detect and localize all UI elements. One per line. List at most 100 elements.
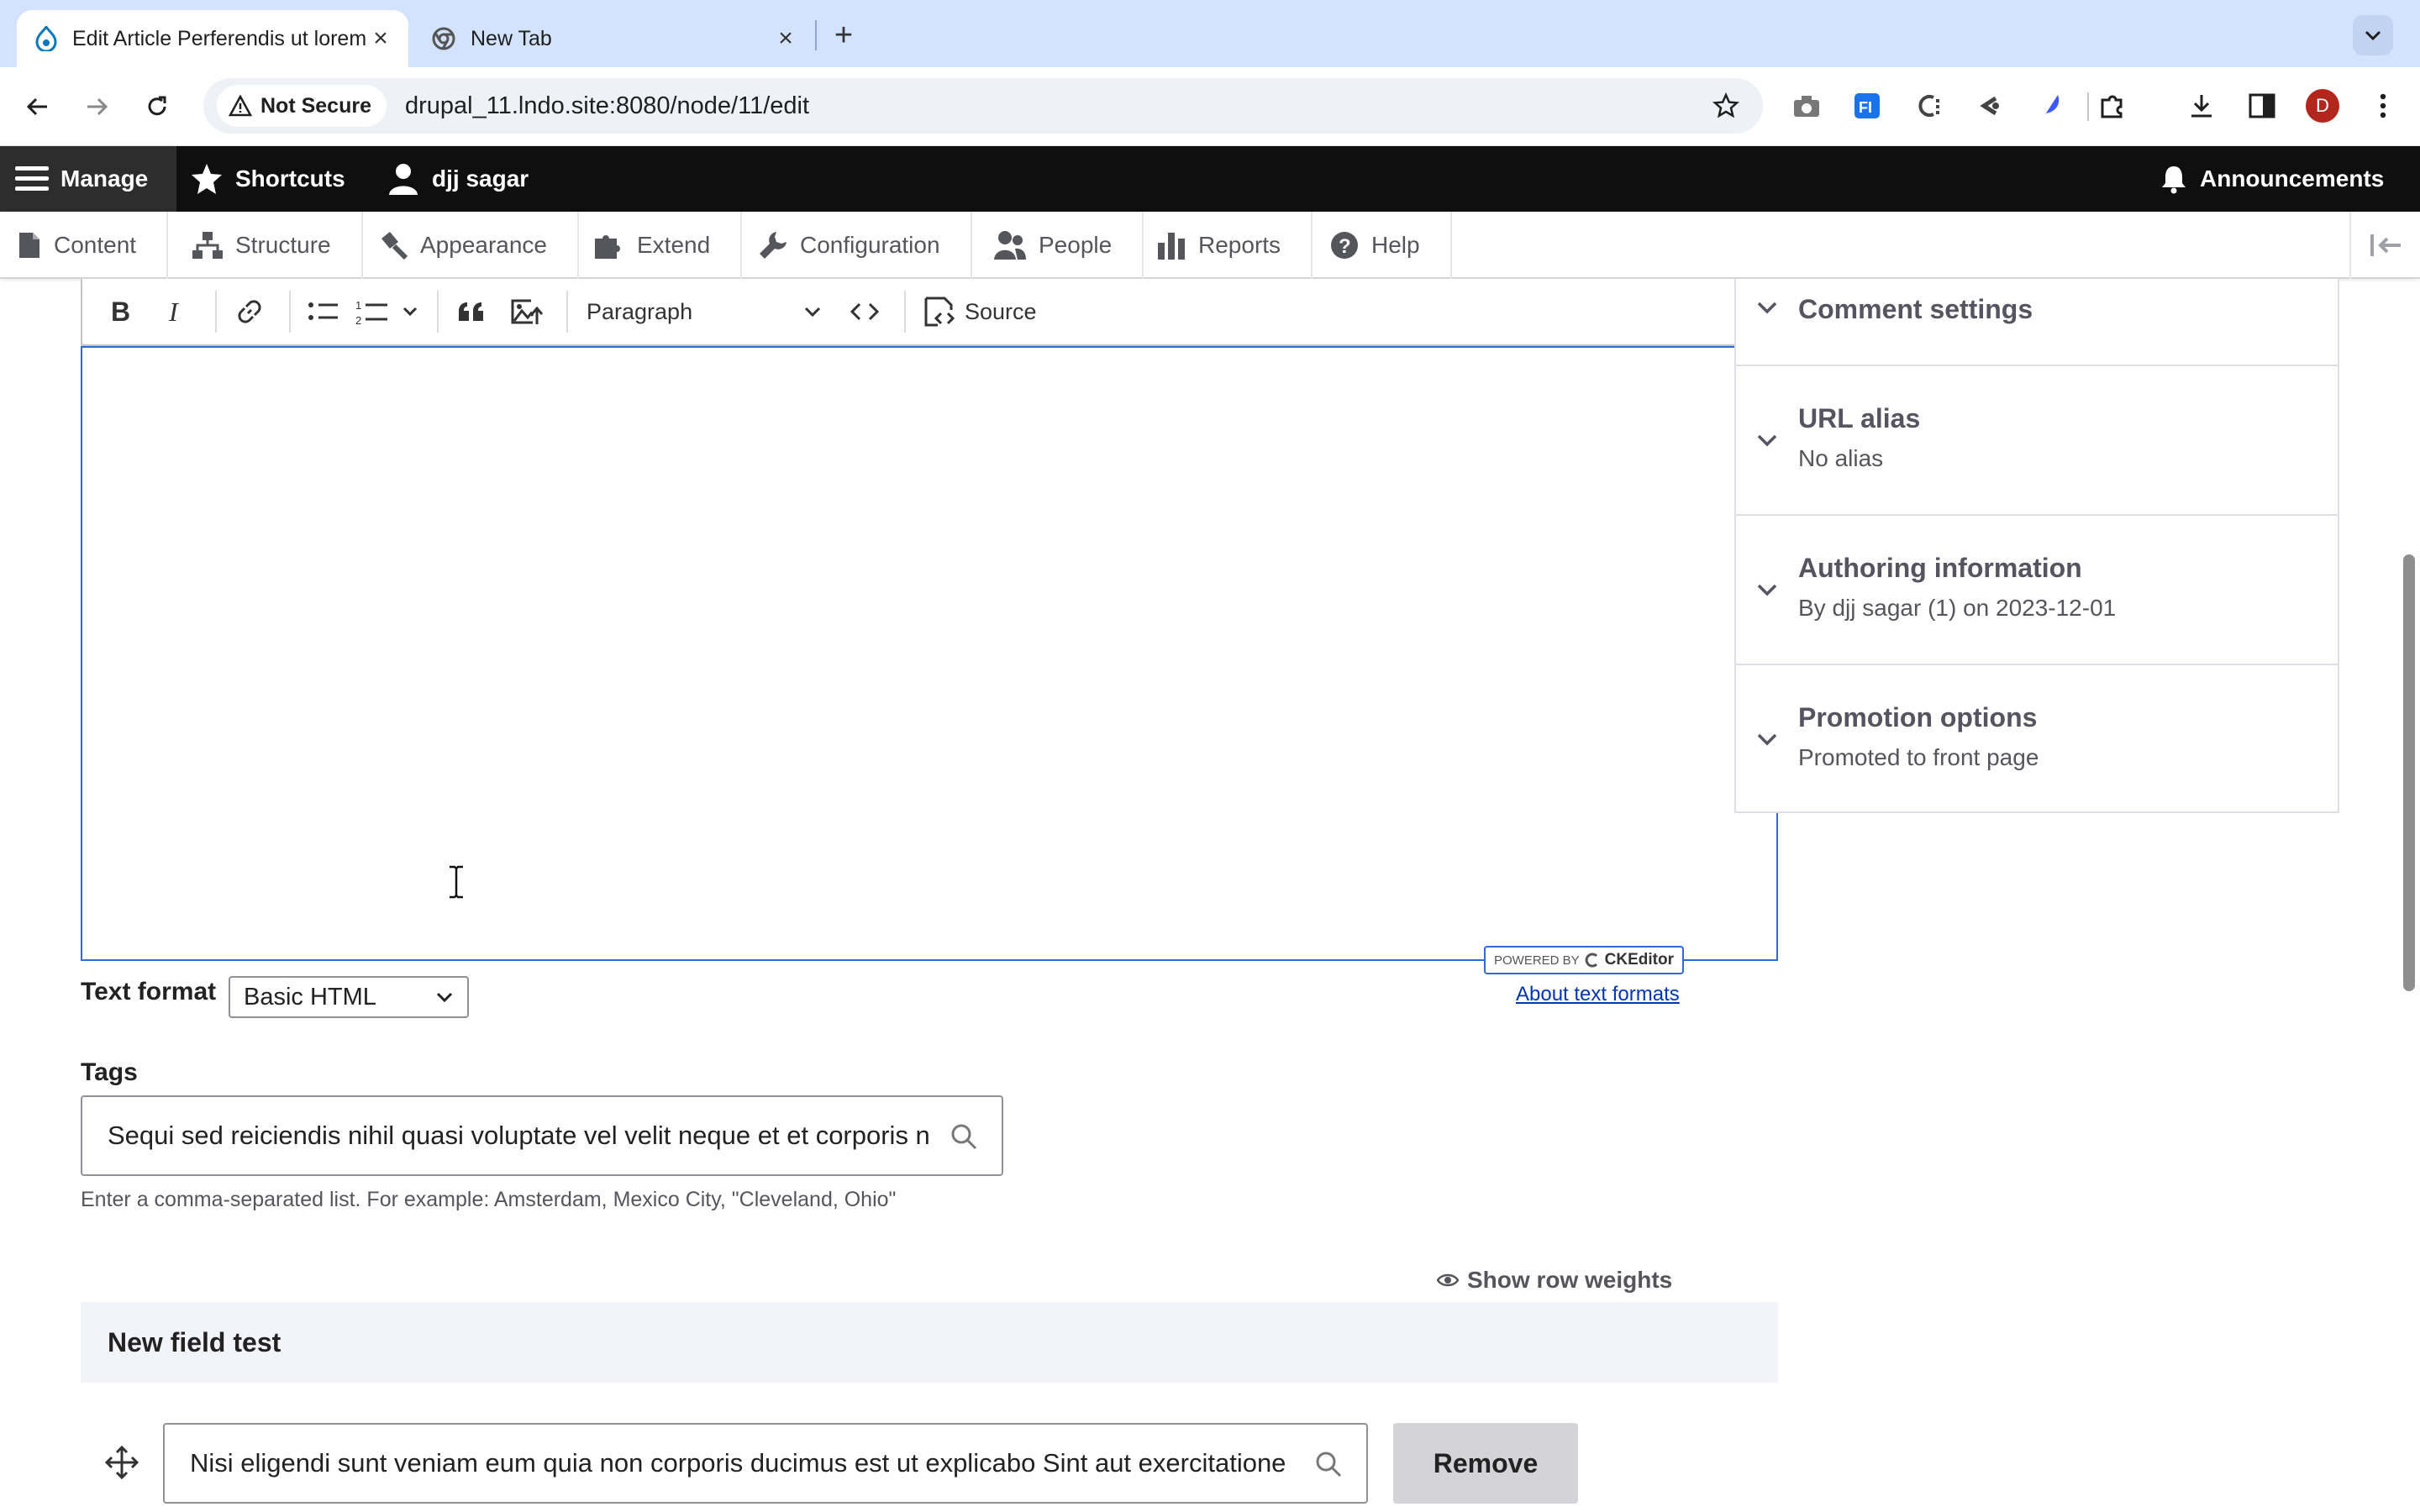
announcements-tab[interactable]: Announcements [2160,146,2384,212]
bookmark-star-icon[interactable] [1712,92,1739,119]
close-tab-icon[interactable]: × [773,24,798,52]
svg-text:?: ? [1339,235,1351,258]
tray-item-reports[interactable]: Reports [1139,212,1313,279]
field-header-label: New field test [108,1326,281,1357]
bold-icon: B [111,298,130,325]
details-promotion-options[interactable]: Promotion options Promoted to front page [1736,665,2338,813]
bulleted-list-icon [308,302,338,320]
powered-by-label: POWERED BY [1493,953,1580,968]
tab-title: Edit Article Perferendis ut lorem [72,26,367,50]
side-panel-icon[interactable] [2245,89,2279,123]
feather-extension-icon[interactable] [2033,89,2067,123]
ckeditor-badge[interactable]: POWERED BY CKEditor [1484,946,1684,974]
details-url-alias[interactable]: URL alias No alias [1736,366,2338,516]
kebab-menu-icon[interactable] [2366,89,2400,123]
tags-help-text: Enter a comma-separated list. For exampl… [81,1188,897,1211]
details-summary: No alias [1798,445,1884,471]
manage-label: Manage [60,165,149,192]
wrench-icon [760,232,786,259]
image-upload-icon [511,299,543,324]
back-button[interactable] [18,87,57,126]
reload-button[interactable] [138,87,176,126]
tray-item-structure[interactable]: Structure [175,212,363,279]
tray-item-people[interactable]: People [976,212,1144,279]
chrome-favicon-icon [432,27,455,50]
tab-divider [815,20,817,50]
tray-label: Configuration [800,232,940,258]
download-icon[interactable] [2185,89,2218,123]
editor-toolbar: B I 12 Paragraph Source [81,279,1778,346]
help-icon: ? [1331,232,1358,259]
svg-text:1: 1 [355,299,361,312]
page-scrollbar[interactable] [2403,554,2415,991]
heading-dropdown[interactable]: Paragraph [576,287,832,336]
security-chip[interactable]: Not Secure [217,85,387,127]
profile-avatar[interactable]: D [2306,89,2339,123]
tray-item-help[interactable]: ? Help [1313,212,1452,279]
ckeditor-label: CKEditor [1604,951,1674,969]
reload-extension-icon[interactable] [1973,89,2007,123]
address-bar[interactable]: Not Secure drupal_11.lndo.site:8080/node… [203,78,1763,134]
tags-input[interactable]: Sequi sed reiciendis nihil quasi volupta… [81,1095,1003,1176]
tags-label: Tags [81,1058,138,1086]
reload-icon [148,96,166,116]
italic-icon: I [168,298,179,325]
body-editor[interactable] [81,346,1778,961]
bulleted-list-button[interactable] [299,287,348,336]
tab-search-button[interactable] [2353,15,2393,55]
insert-image-button[interactable] [502,287,551,336]
close-tab-icon[interactable]: × [368,24,393,52]
chevron-down-icon [1757,584,1777,596]
tray-item-appearance[interactable]: Appearance [361,212,580,279]
formulas-extension-icon[interactable]: FI [1850,89,1884,123]
toolbar-separator [437,291,439,333]
url-text[interactable]: drupal_11.lndo.site:8080/node/11/edit [405,92,1712,120]
autocomplete-search-icon [1314,1450,1343,1478]
browser-tab-new-tab[interactable]: New Tab × [418,10,813,67]
forward-button[interactable] [77,87,116,126]
italic-button[interactable]: I [151,287,200,336]
new-tab-button[interactable]: + [827,18,860,53]
show-row-weights-button[interactable]: Show row weights [1437,1267,1672,1294]
text-format-select[interactable]: Basic HTML [229,976,469,1018]
numbered-list-icon: 12 [355,299,418,326]
user-label: djj sagar [432,165,529,192]
tray-label: Structure [235,232,331,258]
text-format-value: Basic HTML [244,983,376,1011]
drag-handle-icon[interactable] [104,1445,139,1480]
arrow-left-icon [26,97,47,116]
shortcuts-tab[interactable]: Shortcuts [190,146,345,212]
source-button[interactable]: Source [914,287,1045,336]
hamburger-icon [15,166,49,191]
bold-button[interactable]: B [96,287,145,336]
tray-item-content[interactable]: Content [0,212,169,279]
remove-button[interactable]: Remove [1393,1423,1578,1504]
details-summary: By djj sagar (1) on 2023-12-01 [1798,595,2117,621]
tray-label: Content [54,232,137,258]
code-button[interactable] [840,287,889,336]
tray-orientation-toggle[interactable] [2349,212,2420,279]
user-tab[interactable]: djj sagar [387,146,529,212]
numbered-list-button[interactable]: 12 [355,287,422,336]
blockquote-button[interactable] [447,287,496,336]
puzzle-extensions-icon[interactable] [2096,89,2129,123]
chevron-down-icon [436,992,453,1003]
source-label: Source [965,298,1037,324]
tray-label: People [1039,232,1113,258]
browser-tab-edit-article[interactable]: Edit Article Perferendis ut lorem × [17,10,408,67]
details-title: Comment settings [1798,294,2033,324]
warning-triangle-icon [229,95,252,117]
tray-item-extend[interactable]: Extend [576,212,743,279]
new-field-test-input[interactable]: Nisi eligendi sunt veniam eum quia non c… [163,1423,1368,1504]
details-comment-settings[interactable]: Comment settings [1736,279,2338,366]
details-title: Promotion options [1798,702,2038,732]
manage-tab[interactable]: Manage [0,146,176,212]
details-authoring-information[interactable]: Authoring information By djj sagar (1) o… [1736,516,2338,665]
camera-icon[interactable] [1790,89,1823,123]
tagged-extension-icon[interactable] [1912,89,1946,123]
tray-item-configuration[interactable]: Configuration [741,212,972,279]
link-button[interactable] [225,287,274,336]
paintbrush-icon [381,232,408,260]
about-text-formats-link[interactable]: About text formats [1516,983,1680,1006]
details-title: Authoring information [1798,553,2082,583]
